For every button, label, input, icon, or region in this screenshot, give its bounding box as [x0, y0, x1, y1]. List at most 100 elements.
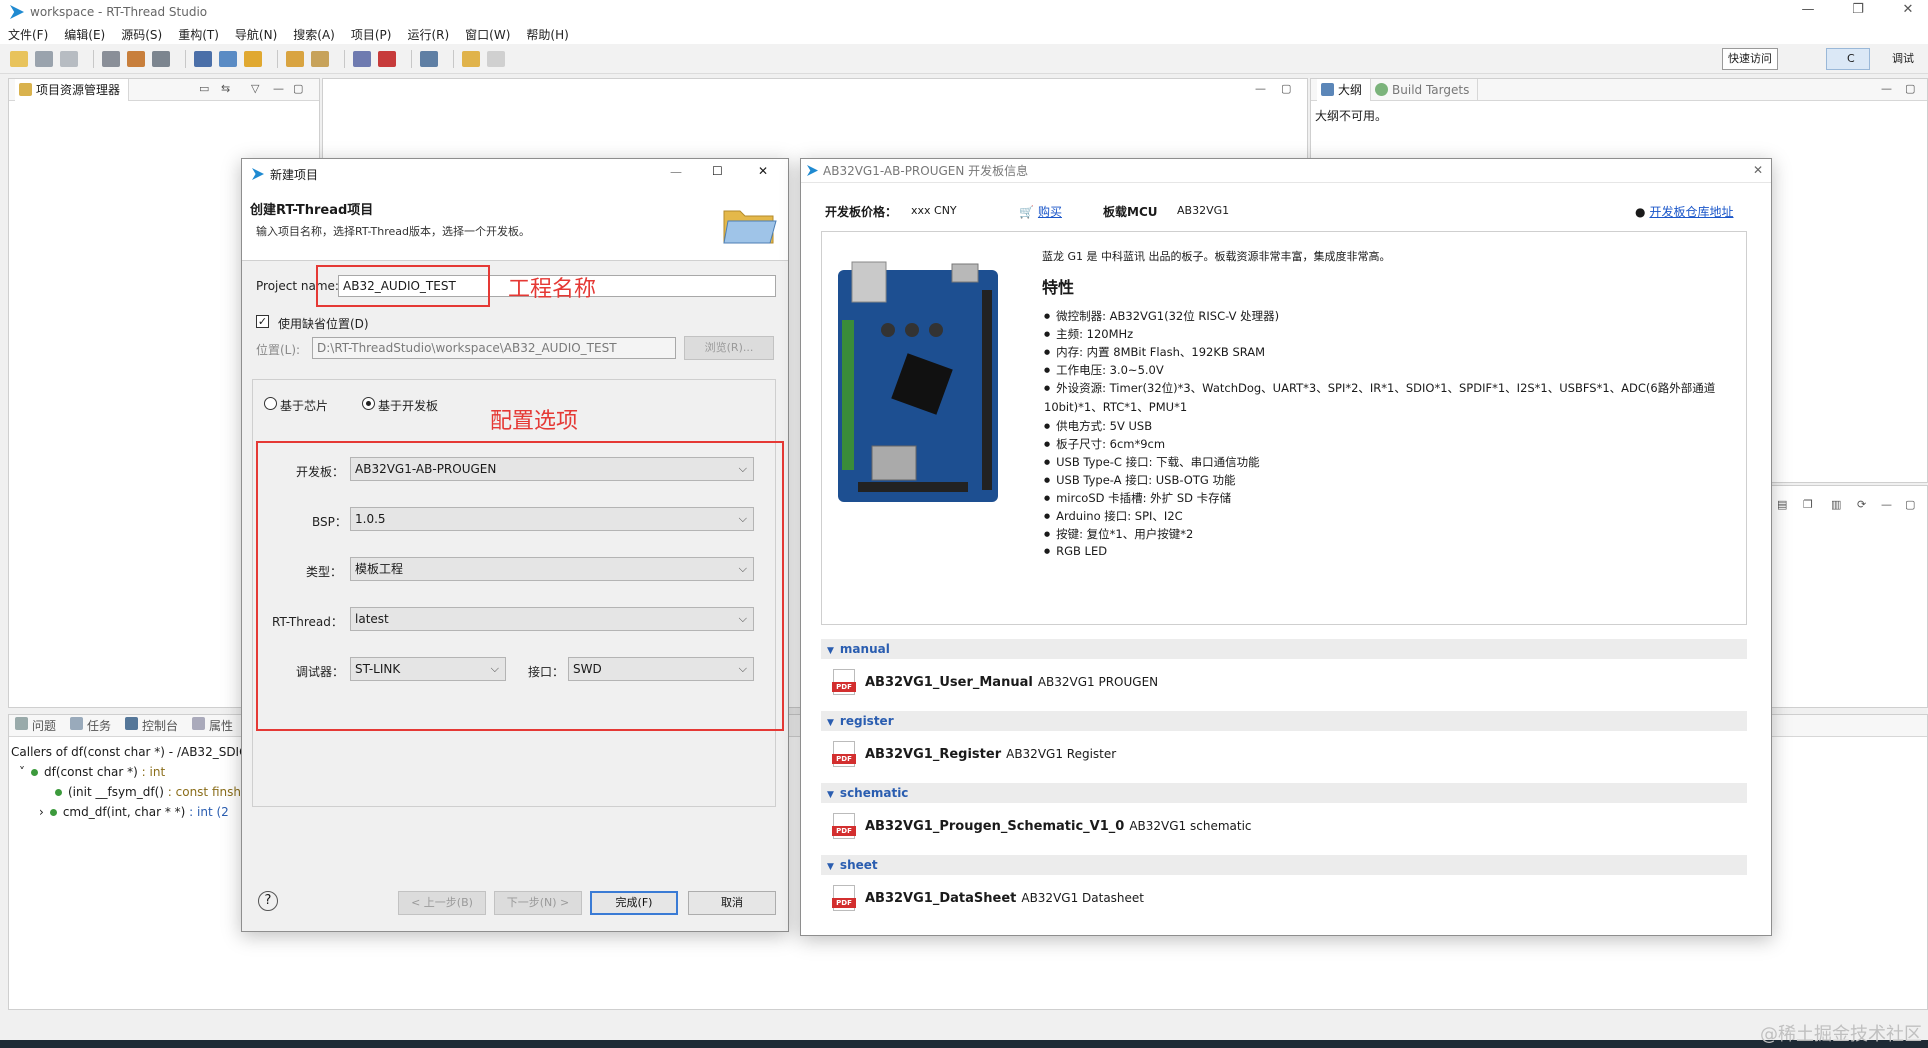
finish-button[interactable]: 完成(F) — [590, 891, 678, 915]
perspective-debug-button[interactable]: 调试 — [1874, 48, 1924, 70]
doc-user-manual[interactable]: AB32VG1_User_Manual AB32VG1 PROUGEN — [832, 669, 1158, 695]
maximize-editor-icon[interactable]: ▢ — [1281, 82, 1291, 95]
minimize-right-icon[interactable]: — — [1881, 498, 1892, 511]
dialog-maximize-button[interactable]: ☐ — [712, 164, 723, 178]
section-register-header[interactable]: ▼ register — [821, 711, 1747, 731]
download-icon[interactable] — [353, 50, 371, 67]
minimize-editor-icon[interactable]: — — [1255, 82, 1266, 95]
feature-item: USB Type-A 接口: USB-OTG 功能 — [1044, 472, 1235, 488]
board-info-close-button[interactable]: ✕ — [1753, 163, 1763, 177]
expand-icon[interactable]: ˅ — [19, 765, 25, 779]
help-icon[interactable]: ? — [258, 891, 278, 911]
forward-icon[interactable] — [487, 50, 505, 67]
clean-icon[interactable] — [127, 50, 145, 67]
new-icon[interactable] — [10, 50, 28, 67]
menu-source[interactable]: 源码(S) — [121, 26, 162, 43]
maximize-pane-icon[interactable]: ▢ — [293, 82, 303, 95]
feature-item: USB Type-C 接口: 下载、串口通信功能 — [1044, 454, 1260, 470]
tab-project-explorer[interactable]: 项目资源管理器 — [15, 78, 130, 101]
doc-register[interactable]: AB32VG1_Register AB32VG1 Register — [832, 741, 1117, 767]
console-icon[interactable] — [420, 50, 438, 67]
perspective-c-button[interactable]: C — [1826, 48, 1870, 70]
doc-schematic[interactable]: AB32VG1_Prougen_Schematic_V1_0 AB32VG1 sc… — [832, 813, 1252, 839]
open-folder-icon[interactable] — [286, 50, 304, 67]
section-sheet-header[interactable]: ▼ sheet — [821, 855, 1747, 875]
pdf-icon — [832, 741, 856, 767]
dialog-minimize-button[interactable]: — — [670, 165, 682, 179]
save-all-icon[interactable] — [60, 50, 78, 67]
expand-icon[interactable]: › — [39, 805, 44, 819]
feature-item: 内存: 内置 8MBit Flash、192KB SRAM — [1044, 344, 1265, 360]
app-logo-icon — [10, 5, 24, 19]
wand-icon[interactable] — [311, 50, 329, 67]
tools-icon[interactable] — [152, 50, 170, 67]
tree-row[interactable]: (init __fsym_df() : const finsh — [55, 785, 241, 799]
close-button[interactable]: ✕ — [1896, 2, 1920, 20]
repo-link[interactable]: ● 开发板仓库地址 — [1635, 203, 1734, 220]
doc-datasheet[interactable]: AB32VG1_DataSheet AB32VG1 Datasheet — [832, 885, 1144, 911]
tab-properties[interactable]: 属性 — [192, 717, 233, 734]
menu-help[interactable]: 帮助(H) — [526, 26, 568, 43]
buy-link[interactable]: 🛒 购买 — [1019, 203, 1062, 220]
settings-icon[interactable] — [219, 50, 237, 67]
board-photo — [838, 261, 998, 502]
delete-icon[interactable]: ▥ — [1831, 498, 1841, 511]
link-editor-icon[interactable]: ⇆ — [221, 82, 230, 95]
menu-search[interactable]: 搜索(A) — [293, 26, 335, 43]
browse-button[interactable]: 浏览(R)... — [684, 336, 774, 360]
radio-based-on-board[interactable] — [362, 397, 375, 410]
refresh-icon[interactable]: ⟳ — [1857, 498, 1866, 511]
menu-refactor[interactable]: 重构(T) — [178, 26, 219, 43]
github-icon: ● — [1635, 205, 1646, 219]
tab-problems[interactable]: 问题 — [15, 717, 56, 734]
feature-item: 外设资源: Timer(32位)*3、WatchDog、UART*3、SPI*2… — [1044, 380, 1734, 416]
sdk-icon[interactable] — [244, 50, 262, 67]
use-default-location-label: 使用缺省位置(D) — [278, 317, 369, 331]
outline-header: 大纲 Build Targets — [1311, 78, 1927, 101]
cancel-button[interactable]: 取消 — [688, 891, 776, 915]
price-value: xxx CNY — [911, 204, 957, 217]
tree-row[interactable]: › cmd_df(int, char * *) : int (2 — [39, 805, 229, 819]
radio-based-on-chip[interactable] — [264, 397, 277, 410]
collapse-all-icon[interactable]: ▭ — [199, 82, 209, 95]
menu-run[interactable]: 运行(R) — [407, 26, 449, 43]
use-default-location-checkbox[interactable]: ✓ — [256, 315, 269, 328]
maximize-outline-icon[interactable]: ▢ — [1905, 82, 1915, 95]
back-button[interactable]: < 上一步(B) — [398, 891, 486, 915]
toolbar-separator — [453, 49, 454, 68]
folder-icon — [723, 210, 777, 244]
restore-button[interactable]: ❐ — [1846, 2, 1870, 20]
tab-outline[interactable]: 大纲 — [1317, 78, 1372, 101]
save-icon[interactable] — [35, 50, 53, 67]
location-input[interactable]: D:\RT-ThreadStudio\workspace\AB32_AUDIO_… — [312, 337, 676, 359]
project-name-highlight — [316, 265, 490, 307]
back-icon[interactable] — [462, 50, 480, 67]
next-button[interactable]: 下一步(N) > — [494, 891, 582, 915]
menu-file[interactable]: 文件(F) — [8, 26, 48, 43]
terminal-icon[interactable] — [194, 50, 212, 67]
doc-desc: AB32VG1 Register — [1006, 747, 1117, 761]
menu-edit[interactable]: 编辑(E) — [64, 26, 105, 43]
tab-build-targets[interactable]: Build Targets — [1371, 78, 1479, 101]
minimize-pane-icon[interactable]: — — [273, 82, 284, 95]
maximize-right-icon[interactable]: ▢ — [1905, 498, 1915, 511]
annotation-config: 配置选项 — [490, 409, 579, 434]
tab-tasks[interactable]: 任务 — [70, 717, 111, 734]
minimize-outline-icon[interactable]: — — [1881, 82, 1892, 95]
quick-access-input[interactable]: 快速访问 — [1722, 48, 1778, 70]
section-schematic-header[interactable]: ▼ schematic — [821, 783, 1747, 803]
tab-console[interactable]: 控制台 — [125, 717, 178, 734]
tree-row[interactable]: ˅ df(const char *) : int — [19, 765, 165, 779]
copy-icon[interactable]: ❐ — [1803, 498, 1813, 511]
view-menu-icon[interactable]: ▽ — [251, 82, 259, 95]
menu-navigate[interactable]: 导航(N) — [235, 26, 277, 43]
pane-tool-icon[interactable]: ▤ — [1777, 498, 1787, 511]
minimize-button[interactable]: — — [1796, 2, 1820, 20]
menu-window[interactable]: 窗口(W) — [465, 26, 510, 43]
build-icon[interactable] — [102, 50, 120, 67]
debug-icon[interactable] — [378, 50, 396, 67]
board-info-title-bar: AB32VG1-AB-PROUGEN 开发板信息 ✕ — [801, 159, 1771, 183]
section-manual-header[interactable]: ▼ manual — [821, 639, 1747, 659]
menu-project[interactable]: 项目(P) — [351, 26, 392, 43]
dialog-close-button[interactable]: ✕ — [758, 164, 768, 178]
